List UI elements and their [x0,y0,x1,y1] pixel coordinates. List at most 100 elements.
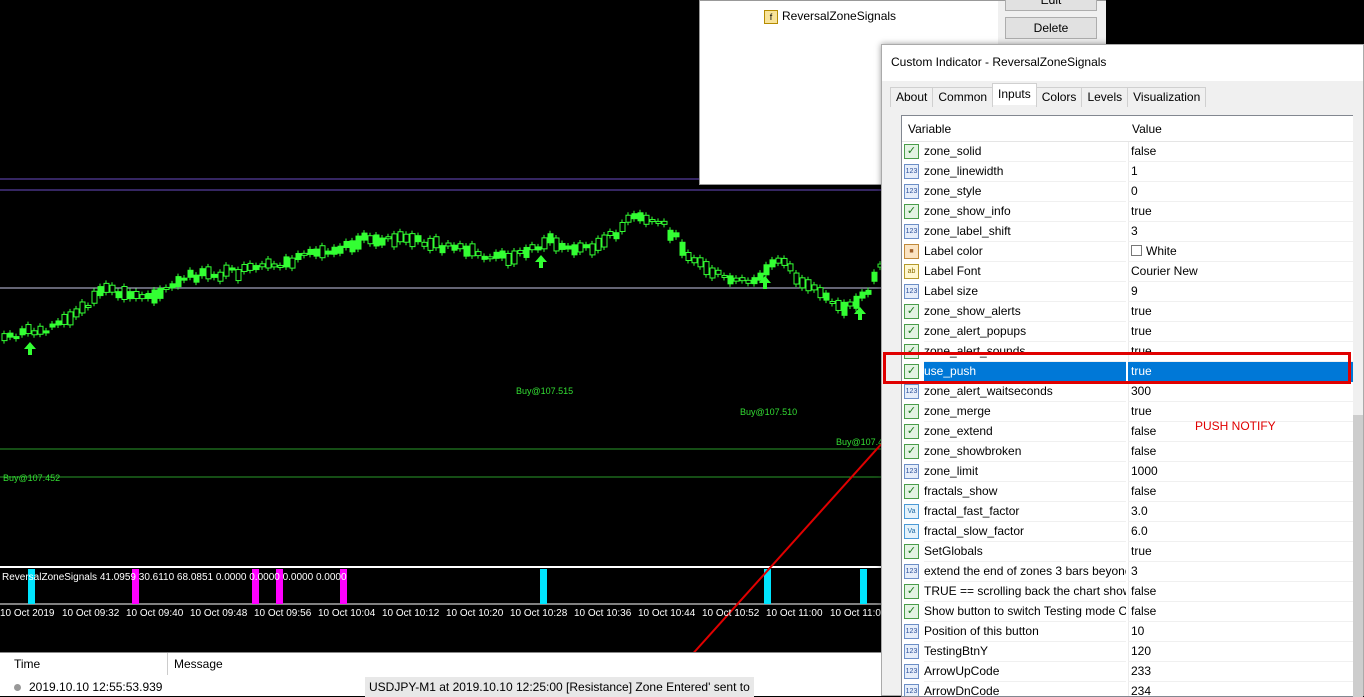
input-row-zone-limit[interactable]: 123 zone_limit 1000 [902,462,1353,482]
input-row-zone-alert-waitseconds[interactable]: 123 zone_alert_waitseconds 300 [902,382,1353,402]
input-row-zone-extend[interactable]: ✓ zone_extend false [902,422,1353,442]
candle-body [13,336,20,340]
edit-button[interactable]: Edit [1005,0,1097,11]
indicator-histogram-bar [540,569,547,604]
input-row-zone-show-alerts[interactable]: ✓ zone_show_alerts true [902,302,1353,322]
input-row-zone-alert-popups[interactable]: ✓ zone_alert_popups true [902,322,1353,342]
candle-body [193,274,200,283]
input-row-testingbtny[interactable]: 123 TestingBtnY 120 [902,642,1353,662]
variable-name: SetGlobals [924,542,1126,562]
variable-value[interactable]: 3 [1128,562,1353,582]
variable-value[interactable]: 10 [1128,622,1353,642]
candle-body [673,232,680,238]
delete-button[interactable]: Delete [1005,17,1097,39]
input-row-zone-show-info[interactable]: ✓ zone_show_info true [902,202,1353,222]
input-row-zone-solid[interactable]: ✓ zone_solid false [902,142,1353,162]
variable-value[interactable]: 3 [1128,222,1353,242]
variable-value[interactable]: 0 [1128,182,1353,202]
message-column-header[interactable]: Message [168,653,881,675]
buy-level-label: Buy@107.515 [516,386,574,396]
tree-item-reversalzonesignals[interactable]: f ReversalZoneSignals [764,9,896,24]
value-text: 6.0 [1131,524,1148,538]
input-row-zone-linewidth[interactable]: 123 zone_linewidth 1 [902,162,1353,182]
grid-scrollbar[interactable] [1353,115,1363,697]
variable-column-header[interactable]: Variable [908,122,951,136]
variable-name: zone_extend [924,422,1126,442]
candle-body [787,263,794,272]
candle-body [751,277,758,285]
variable-value[interactable]: 9 [1128,282,1353,302]
input-row-arrowupcode[interactable]: 123 ArrowUpCode 233 [902,662,1353,682]
log-row[interactable]: 2019.10.10 12:55:53.939 [14,677,162,697]
value-text: true [1131,324,1152,338]
input-row-zone-style[interactable]: 123 zone_style 0 [902,182,1353,202]
tab-about[interactable]: About [890,87,934,107]
candle-body [37,325,44,335]
input-row-zone-merge[interactable]: ✓ zone_merge true [902,402,1353,422]
variable-value[interactable]: true [1128,542,1353,562]
variable-value[interactable]: 1000 [1128,462,1353,482]
input-row-zone-label-shift[interactable]: 123 zone_label_shift 3 [902,222,1353,242]
tab-visualization[interactable]: Visualization [1127,87,1207,107]
tab-colors[interactable]: Colors [1035,87,1083,107]
input-row-label-font[interactable]: ab Label Font Courier New [902,262,1353,282]
variable-value[interactable]: false [1128,142,1353,162]
clr-type-icon: ■ [904,244,919,259]
variable-value[interactable]: false [1128,442,1353,462]
input-row-zone-showbroken[interactable]: ✓ zone_showbroken false [902,442,1353,462]
candle-body [601,234,608,248]
time-tick-label: 10 Oct 11:08 [830,608,887,619]
candle-body [637,212,644,222]
candle-body [349,240,356,253]
input-row-setglobals[interactable]: ✓ SetGlobals true [902,542,1353,562]
input-row-fractal-slow-factor[interactable]: Va fractal_slow_factor 6.0 [902,522,1353,542]
variable-value[interactable]: 6.0 [1128,522,1353,542]
input-row-position-of-this-button[interactable]: 123 Position of this button 10 [902,622,1353,642]
input-row-fractals-show[interactable]: ✓ fractals_show false [902,482,1353,502]
input-row-extend-the-end-of-zones-3-bars-beyond-l-[interactable]: 123 extend the end of zones 3 bars beyond… [902,562,1353,582]
variable-value[interactable]: false [1128,602,1353,622]
variable-value[interactable]: false [1128,582,1353,602]
variable-value[interactable]: 233 [1128,662,1353,682]
candle-body [649,219,656,223]
bool-type-icon: ✓ [904,604,919,619]
candle-body [187,269,194,278]
variable-value[interactable]: true [1128,202,1353,222]
input-row-label-color[interactable]: ■ Label color White [902,242,1353,262]
tab-common[interactable]: Common [932,87,994,107]
variable-value[interactable]: true [1128,322,1353,342]
candle-body [859,291,866,299]
time-column-header[interactable]: Time [8,653,168,675]
variable-value[interactable]: 234 [1128,682,1353,696]
variable-value[interactable]: Courier New [1128,262,1353,282]
value-column-header[interactable]: Value [1132,122,1162,136]
candle-body [253,265,260,271]
variable-value[interactable]: White [1128,242,1353,262]
input-row-fractal-fast-factor[interactable]: Va fractal_fast_factor 3.0 [902,502,1353,522]
candle-body [559,242,566,250]
variable-value[interactable]: 3.0 [1128,502,1353,522]
candle-body [217,271,224,282]
variable-value[interactable]: true [1128,302,1353,322]
time-tick-label: 10 Oct 09:32 [62,608,120,619]
tab-inputs[interactable]: Inputs [992,83,1037,105]
value-text: 1000 [1131,464,1158,478]
candle-body [469,243,476,257]
variable-value[interactable]: 1 [1128,162,1353,182]
variable-value[interactable]: false [1128,482,1353,502]
candle-body [661,220,668,225]
input-row-label-size[interactable]: 123 Label size 9 [902,282,1353,302]
candle-body [133,290,140,299]
variable-name: Label color [924,242,1126,262]
variable-value[interactable]: 300 [1128,382,1353,402]
time-tick-label: 10 Oct 10:04 [318,608,376,619]
scrollbar-thumb[interactable] [1353,415,1363,697]
input-row-arrowdncode[interactable]: 123 ArrowDnCode 234 [902,682,1353,696]
candle-body [31,330,38,336]
candle-body [715,269,722,275]
input-row-true-scrolling-back-the-chart-shows-[interactable]: ✓ TRUE == scrolling back the chart shows.… [902,582,1353,602]
tab-levels[interactable]: Levels [1081,87,1129,107]
candle-body [7,332,14,338]
variable-value[interactable]: 120 [1128,642,1353,662]
input-row-show-button-to-switch-testing-mode-on-[interactable]: ✓ Show button to switch Testing mode On..… [902,602,1353,622]
